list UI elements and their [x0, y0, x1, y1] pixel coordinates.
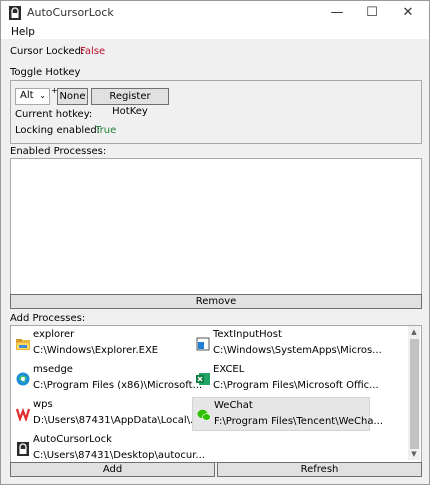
list-item[interactable]: AutoCursorLock C:\Users\87431\Desktop\au… [12, 432, 205, 466]
maximize-button[interactable]: ☐ [354, 1, 390, 25]
process-name: WeChat [214, 400, 253, 411]
lock-app-icon [17, 442, 29, 456]
process-name: explorer [33, 329, 75, 340]
title-bar: AutoCursorLock — ☐ ✕ [1, 1, 429, 25]
scroll-down-icon[interactable]: ▼ [408, 448, 420, 460]
process-path: C:\Users\87431\Desktop\autocur... [33, 450, 205, 461]
process-name: TextInputHost [213, 329, 282, 340]
current-hotkey-label: Current hotkey: [15, 109, 93, 120]
add-button[interactable]: Add [10, 462, 215, 477]
process-path: C:\Windows\SystemApps\Micros... [213, 345, 382, 356]
process-name: msedge [33, 364, 73, 375]
menu-bar: Help [1, 25, 429, 39]
lock-app-icon [9, 6, 21, 20]
minimize-button[interactable]: — [319, 1, 355, 25]
process-path: C:\Program Files\Microsoft Offic... [213, 380, 379, 391]
process-path: C:\Windows\Explorer.EXE [33, 345, 159, 356]
close-button[interactable]: ✕ [390, 1, 426, 25]
process-path: F:\Program Files\Tencent\WeCha... [214, 416, 384, 427]
list-item[interactable]: EXCEL C:\Program Files\Microsoft Offic..… [192, 362, 379, 396]
key-none-button[interactable]: None [57, 88, 88, 105]
modifier-value: Alt [20, 90, 34, 101]
processes-scrollbar[interactable]: ▲ ▼ [408, 326, 420, 460]
wps-icon [16, 407, 30, 421]
modifier-select[interactable]: Alt ⌄ [15, 88, 50, 105]
wechat-icon [197, 409, 211, 421]
enabled-processes-list[interactable] [10, 158, 422, 295]
list-item[interactable]: msedge C:\Program Files (x86)\Microsoft.… [12, 362, 202, 396]
register-hotkey-button[interactable]: Register HotKey [91, 88, 169, 117]
process-path: D:\Users\87431\AppData\Local\... [33, 415, 200, 426]
refresh-button[interactable]: Refresh [217, 462, 422, 477]
toggle-hotkey-title: Toggle Hotkey [10, 67, 81, 78]
cursor-locked-label: Cursor Locked: [10, 46, 85, 57]
enabled-processes-title: Enabled Processes: [10, 146, 107, 157]
menu-help[interactable]: Help [11, 25, 35, 39]
process-path: C:\Program Files (x86)\Microsoft... [33, 380, 203, 391]
scroll-up-icon[interactable]: ▲ [408, 326, 420, 338]
hotkey-panel: Alt ⌄ + None Register HotKey Current hot… [10, 80, 422, 144]
textinputhost-icon [196, 337, 210, 351]
locking-enabled-value: True [95, 125, 117, 136]
cursor-locked-value: False [80, 46, 106, 57]
scrollbar-thumb[interactable] [410, 339, 419, 449]
add-processes-title: Add Processes: [10, 313, 86, 324]
add-processes-list[interactable]: explorer C:\Windows\Explorer.EXE TextInp… [10, 325, 422, 463]
window-title: AutoCursorLock [27, 6, 114, 19]
edge-icon [16, 372, 30, 386]
main-window: AutoCursorLock — ☐ ✕ Help Cursor Locked:… [0, 0, 430, 485]
remove-button[interactable]: Remove [10, 294, 422, 309]
process-name: AutoCursorLock [33, 434, 112, 445]
process-name: EXCEL [213, 364, 245, 375]
locking-enabled-label: Locking enabled: [15, 125, 101, 136]
list-item[interactable]: wps D:\Users\87431\AppData\Local\... [12, 397, 200, 431]
folder-icon [16, 339, 30, 350]
process-name: wps [33, 399, 53, 410]
chevron-down-icon: ⌄ [39, 91, 46, 100]
list-item[interactable]: explorer C:\Windows\Explorer.EXE [12, 327, 190, 361]
list-item[interactable]: WeChat F:\Program Files\Tencent\WeCha... [192, 397, 383, 431]
list-item[interactable]: TextInputHost C:\Windows\SystemApps\Micr… [192, 327, 382, 361]
excel-icon [196, 373, 210, 385]
